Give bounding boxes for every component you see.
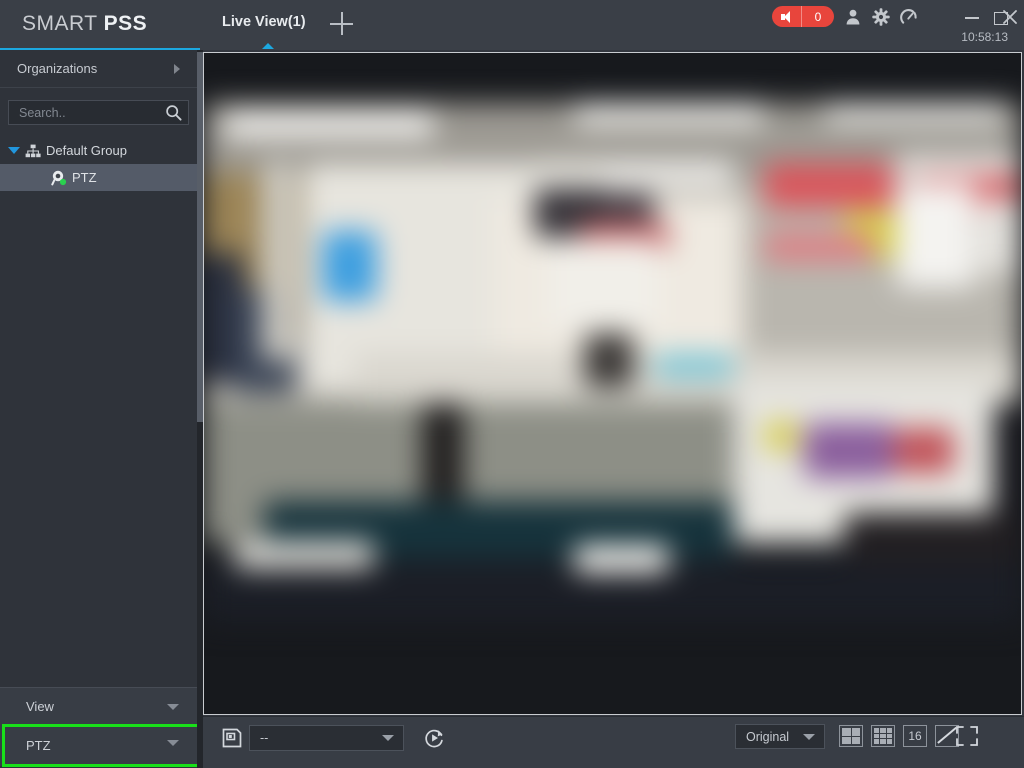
left-sidebar: Organizations Search.. Default Group PTZ…: [0, 50, 197, 768]
layout-16-button[interactable]: 16: [903, 725, 927, 747]
smart-pss-window: SMART PSS Live View(1) 0 10:58:13 Organi…: [0, 0, 1024, 768]
panel-label: PTZ: [26, 737, 51, 753]
expand-triangle-icon[interactable]: [8, 147, 20, 154]
bottom-toolbar: -- Original 16: [203, 716, 1024, 768]
tab-live-view[interactable]: Live View(1): [222, 14, 306, 40]
alarm-badge[interactable]: 0: [772, 6, 834, 27]
app-logo-light: SMART: [22, 12, 104, 35]
search-input[interactable]: [19, 101, 159, 124]
performance-gauge-icon[interactable]: [900, 8, 918, 26]
fullscreen-icon[interactable]: [955, 725, 979, 747]
stream-select[interactable]: --: [249, 725, 404, 751]
tree-node-label: Default Group: [46, 143, 127, 158]
layout-16-label: 16: [908, 729, 922, 743]
title-bar: SMART PSS Live View(1) 0 10:58:13: [0, 0, 1024, 50]
layout-4-button[interactable]: [839, 725, 863, 747]
ptz-camera-icon: [51, 170, 67, 186]
tree-node-default-group[interactable]: Default Group: [0, 137, 197, 164]
panel-toggle-ptz[interactable]: PTZ: [0, 724, 197, 766]
chevron-right-icon: [174, 64, 180, 74]
speaker-icon: [781, 10, 795, 23]
video-stream: [204, 53, 1021, 714]
organizations-header[interactable]: Organizations: [0, 50, 197, 88]
device-tree: Default Group PTZ: [0, 137, 197, 191]
group-tree-icon: [25, 144, 41, 158]
settings-gear-icon[interactable]: [872, 8, 890, 26]
video-pane[interactable]: [203, 52, 1022, 715]
close-button[interactable]: [1000, 7, 1020, 27]
alarm-count: 0: [814, 9, 822, 24]
user-icon[interactable]: [844, 8, 862, 26]
chevron-down-icon: [167, 704, 179, 710]
aspect-ratio-value: Original: [746, 729, 790, 744]
app-logo-bold: PSS: [103, 12, 148, 35]
app-logo: SMART PSS: [22, 12, 147, 36]
stream-select-value: --: [260, 731, 269, 745]
chevron-down-icon: [803, 733, 815, 740]
organizations-label: Organizations: [17, 61, 98, 76]
tab-active-indicator: [262, 43, 274, 49]
system-clock: 10:58:13: [961, 30, 1008, 44]
tree-node-ptz-camera[interactable]: PTZ: [0, 164, 197, 191]
minimize-button[interactable]: [962, 8, 982, 26]
panel-label: View: [26, 698, 54, 714]
aspect-ratio-select[interactable]: Original: [735, 724, 825, 749]
add-tab-button[interactable]: [330, 12, 354, 36]
tour-play-icon[interactable]: [423, 727, 445, 749]
panel-toggle-view[interactable]: View: [0, 687, 197, 724]
search-box[interactable]: [8, 100, 189, 125]
video-frame-content: [204, 103, 1021, 623]
layout-9-button[interactable]: [871, 725, 895, 747]
search-icon[interactable]: [165, 104, 182, 121]
chevron-down-icon: [382, 735, 394, 741]
chevron-down-icon: [167, 740, 179, 746]
tree-node-label: PTZ: [72, 170, 97, 185]
save-snapshot-icon[interactable]: [221, 727, 243, 749]
